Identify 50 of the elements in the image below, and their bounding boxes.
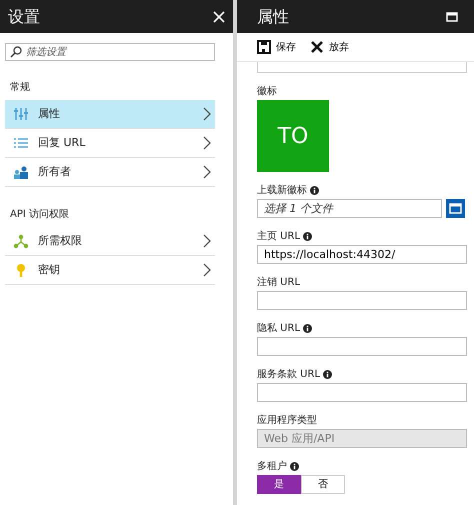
close-button[interactable] bbox=[213, 10, 225, 22]
chevron-icon bbox=[202, 165, 211, 179]
network-icon bbox=[13, 234, 29, 248]
browse-button[interactable] bbox=[446, 199, 465, 218]
chevron-icon bbox=[202, 107, 211, 121]
menu-item[interactable]: 回复 URL bbox=[5, 129, 215, 158]
discard-button[interactable]: 放弃 bbox=[310, 40, 349, 54]
field-label: 多租户 bbox=[257, 460, 287, 473]
save-icon bbox=[257, 40, 271, 54]
pane-title: 设置 bbox=[8, 6, 41, 28]
menu-item[interactable]: 所需权限 bbox=[5, 227, 215, 256]
text-field[interactable]: https://localhost:44302/ bbox=[257, 245, 467, 264]
people-icon bbox=[13, 164, 29, 180]
field-label: 隐私 URL bbox=[257, 322, 300, 335]
field-label: 服务条款 URL bbox=[257, 368, 320, 381]
menu-item[interactable]: 密钥 bbox=[5, 256, 215, 285]
toggle-option[interactable]: 否 bbox=[301, 475, 345, 494]
section-heading: API 访问权限 bbox=[10, 209, 70, 221]
menu-item[interactable]: 属性 bbox=[5, 100, 215, 129]
save-button[interactable]: 保存 bbox=[257, 40, 296, 54]
chevron-icon bbox=[202, 263, 211, 277]
field-label: 徽标 bbox=[257, 85, 278, 98]
info-icon bbox=[303, 324, 312, 333]
info-icon bbox=[323, 370, 332, 379]
info-icon bbox=[290, 462, 299, 471]
text-field[interactable] bbox=[257, 337, 467, 356]
info-icon bbox=[310, 186, 319, 195]
section-heading: 常规 bbox=[10, 82, 31, 94]
field-label: 上载新徽标 bbox=[257, 184, 307, 197]
text-field[interactable] bbox=[257, 383, 467, 402]
field-label: 应用程序类型 bbox=[257, 414, 317, 427]
search-field[interactable]: 筛选设置 bbox=[5, 43, 215, 61]
chevron-icon bbox=[202, 136, 211, 150]
text-field[interactable] bbox=[257, 291, 467, 310]
toggle-option[interactable]: 是 bbox=[257, 475, 301, 494]
search-icon bbox=[10, 46, 22, 58]
menu-item[interactable]: 所有者 bbox=[5, 158, 215, 187]
chevron-icon bbox=[202, 234, 211, 248]
discard-icon bbox=[310, 40, 324, 54]
text-field[interactable] bbox=[257, 62, 467, 73]
field-label: 注销 URL bbox=[257, 276, 300, 289]
maximize-button[interactable] bbox=[446, 10, 458, 22]
pane-title: 属性 bbox=[257, 6, 290, 28]
info-icon bbox=[303, 232, 312, 241]
text-field: Web 应用/API bbox=[257, 429, 467, 448]
logo-tile: TO bbox=[257, 100, 329, 172]
file-field[interactable]: 选择 1 个文件 bbox=[257, 199, 442, 218]
list-icon bbox=[13, 136, 29, 150]
sliders-icon bbox=[13, 106, 29, 122]
field-label: 主页 URL bbox=[257, 230, 300, 243]
